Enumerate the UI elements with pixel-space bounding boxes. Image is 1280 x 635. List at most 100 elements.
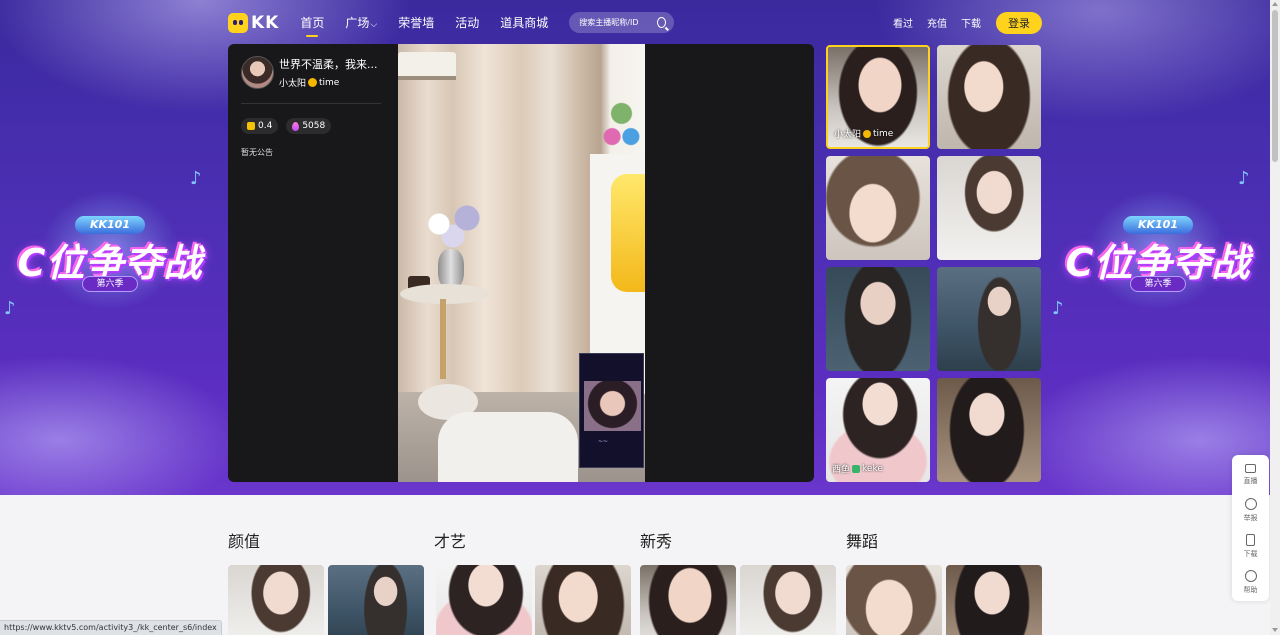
- report-button[interactable]: 举报: [1232, 495, 1269, 529]
- nav-item-square-label: 广场: [345, 16, 370, 30]
- download-link[interactable]: 下载: [961, 15, 981, 30]
- search-box: [569, 12, 675, 33]
- anchor-tag: time: [319, 77, 340, 88]
- pip-video[interactable]: ~~: [579, 353, 644, 468]
- nav-item-square[interactable]: 广场⌵: [345, 14, 377, 31]
- search-icon[interactable]: [657, 17, 667, 28]
- stream-thumb[interactable]: [826, 156, 930, 260]
- video-dolls: [598, 96, 645, 154]
- floating-toolbar: 直播 举报 下载 帮助: [1232, 455, 1269, 601]
- stream-card[interactable]: [846, 565, 942, 635]
- banner-sub-text: 第六季: [1130, 276, 1186, 292]
- event-banner-left[interactable]: KK101 C位争夺战 第六季: [5, 190, 215, 310]
- video-lamp-base: [398, 76, 456, 80]
- help-icon: [1244, 570, 1257, 582]
- stream-card[interactable]: [640, 565, 736, 635]
- category-title[interactable]: 才艺: [434, 528, 630, 551]
- category-sections: 颜值 才艺 新秀 舞蹈: [228, 528, 1042, 635]
- banner-sub-text: 第六季: [82, 276, 138, 292]
- bag-icon: [247, 122, 255, 130]
- smile-badge-icon: [308, 78, 318, 87]
- stream-thumb[interactable]: [826, 267, 930, 371]
- logo-text: KK: [251, 12, 280, 33]
- help-button[interactable]: 帮助: [1232, 567, 1269, 601]
- anchor-text: 世界不温柔，我来... 小太阳 time: [279, 56, 378, 89]
- nav-item-prop-store[interactable]: 道具商城: [500, 14, 548, 31]
- category-streams: [640, 565, 836, 635]
- stream-card[interactable]: [328, 565, 424, 635]
- room-info-panel: 世界不温柔，我来... 小太阳 time 0.4 5058 暂无公告: [241, 56, 381, 158]
- video-camera-icon: [1245, 464, 1256, 473]
- scroll-down-arrow-icon[interactable]: [1272, 628, 1278, 632]
- video-lamp: [398, 52, 456, 78]
- category-streams: [228, 565, 424, 635]
- login-button[interactable]: 登录: [996, 11, 1042, 34]
- nav-item-honor-wall[interactable]: 荣誉墙: [398, 14, 434, 31]
- video-sofa: [438, 412, 578, 482]
- live-player: 世界不温柔，我来... 小太阳 time 0.4 5058 暂无公告 ~~: [228, 44, 814, 482]
- category-beauty: 颜值: [228, 528, 424, 635]
- thumb-label: 小太阳 time: [834, 127, 894, 141]
- page-scrollbar[interactable]: [1270, 0, 1280, 635]
- category-title[interactable]: 舞蹈: [846, 528, 1042, 551]
- kk-logo[interactable]: KK: [228, 12, 280, 33]
- nav-item-home[interactable]: 首页: [300, 14, 324, 37]
- stream-card[interactable]: [228, 565, 324, 635]
- download-label: 下载: [1243, 550, 1258, 558]
- report-icon: [1244, 498, 1257, 510]
- avatar[interactable]: [241, 56, 274, 89]
- thumb-name: 小太阳: [834, 130, 862, 140]
- stream-thumb[interactable]: [937, 156, 1041, 260]
- video-flowers: [418, 194, 488, 254]
- pip-image: [584, 381, 641, 431]
- smile-badge-icon: [863, 129, 872, 138]
- recharge-link[interactable]: 充值: [927, 15, 947, 30]
- download-app-button[interactable]: 下载: [1232, 531, 1269, 565]
- category-newcomer: 新秀: [640, 528, 836, 635]
- music-note-icon: ♪: [1238, 168, 1250, 189]
- pip-signature: ~~: [598, 438, 609, 445]
- thumb-tag: time: [873, 128, 894, 139]
- video-vase: [438, 249, 464, 289]
- stream-card[interactable]: [535, 565, 631, 635]
- event-banner-right[interactable]: KK101 C位争夺战 第六季: [1053, 190, 1263, 310]
- stream-thumb[interactable]: [937, 378, 1041, 482]
- stream-card[interactable]: [436, 565, 532, 635]
- badge-icon: [852, 464, 861, 473]
- search-input[interactable]: [579, 18, 654, 27]
- stream-card[interactable]: [740, 565, 836, 635]
- category-streams: [846, 565, 1042, 635]
- thumb-name: 西鱼: [832, 465, 851, 475]
- live-label: 直播: [1243, 477, 1258, 485]
- nav-item-activities[interactable]: 活动: [455, 14, 479, 31]
- chevron-down-icon: ⌵: [370, 20, 378, 30]
- stream-thumb[interactable]: [937, 45, 1041, 149]
- stream-thumb[interactable]: 西鱼 keke: [826, 378, 930, 482]
- live-button[interactable]: 直播: [1232, 459, 1269, 493]
- nav-right-group: 看过 充值 下载 登录: [879, 11, 1042, 34]
- history-link[interactable]: 看过: [893, 15, 913, 30]
- phone-icon: [1246, 534, 1255, 546]
- category-title[interactable]: 新秀: [640, 528, 836, 551]
- category-dance: 舞蹈: [846, 528, 1042, 635]
- stream-thumb[interactable]: 小太阳 time: [826, 45, 930, 149]
- bag-stat: 0.4: [241, 118, 279, 134]
- fire-count: 5058: [302, 121, 326, 131]
- stream-thumb[interactable]: [937, 267, 1041, 371]
- room-title: 世界不温柔，我来...: [279, 58, 378, 71]
- stream-card[interactable]: [946, 565, 1042, 635]
- video-light: [611, 174, 645, 292]
- report-label: 举报: [1243, 514, 1258, 522]
- category-talent: 才艺: [434, 528, 631, 635]
- category-title[interactable]: 颜值: [228, 528, 424, 551]
- scroll-thumb[interactable]: [1272, 10, 1278, 162]
- scroll-up-arrow-icon[interactable]: [1272, 2, 1278, 6]
- anchor-name-row: 小太阳 time: [279, 76, 378, 90]
- fire-stat: 5058: [286, 118, 332, 134]
- anchor-name[interactable]: 小太阳: [279, 76, 306, 89]
- link-status-url: https://www.kktv5.com/activity3_/kk_cent…: [0, 620, 222, 635]
- video-table-stem: [440, 299, 446, 379]
- logo-icon: [228, 12, 248, 33]
- category-streams: [434, 565, 631, 635]
- divider: [241, 103, 381, 104]
